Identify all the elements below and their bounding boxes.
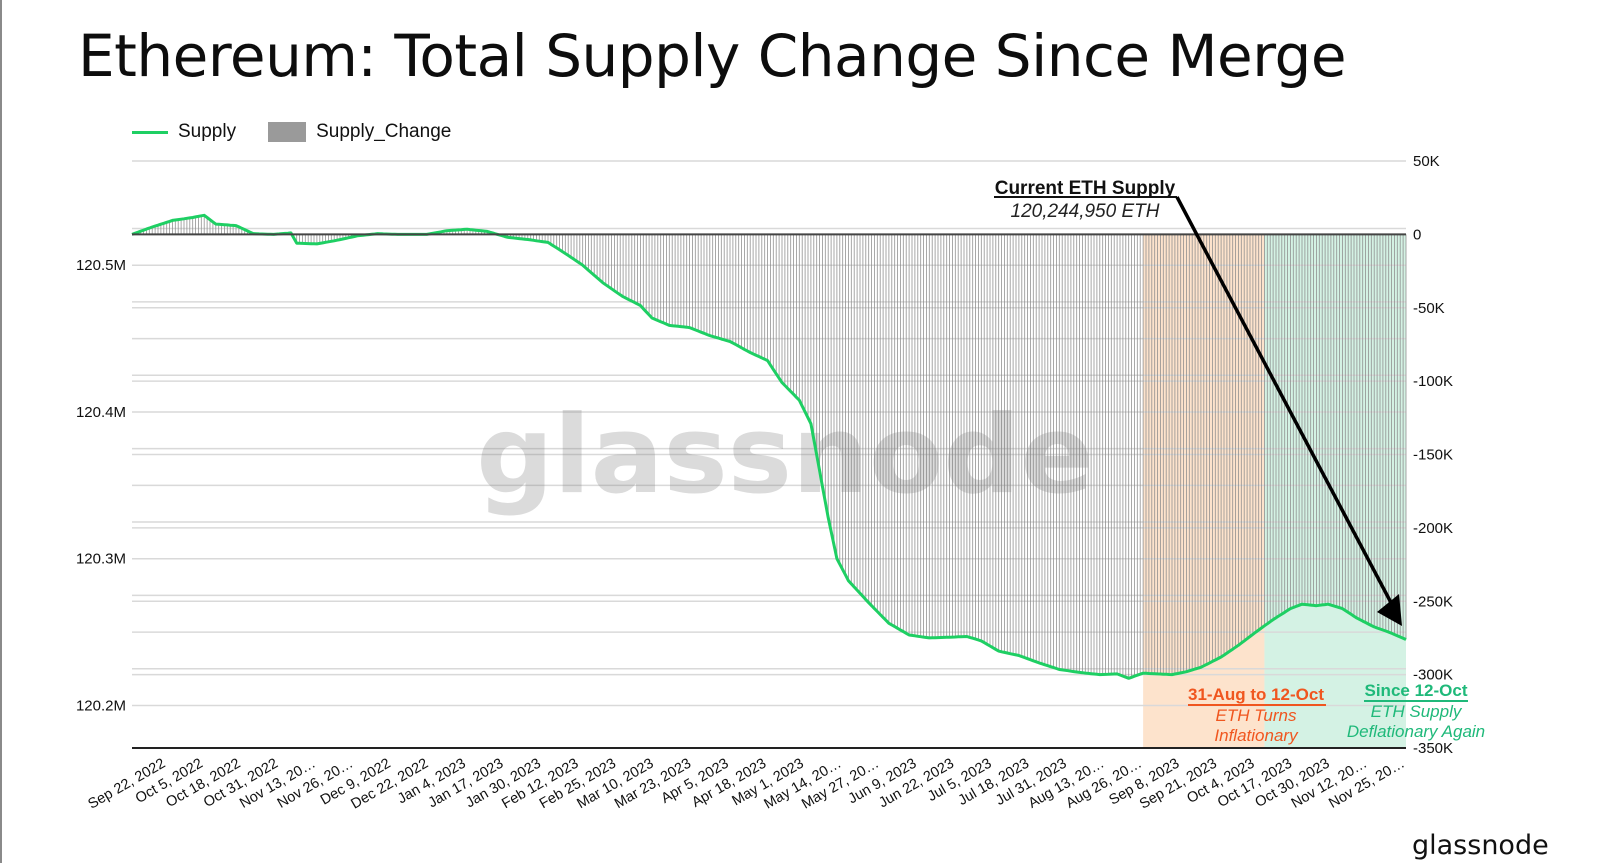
shaded-regions	[1143, 234, 1406, 748]
inflationary-line1: ETH Turns	[1216, 706, 1297, 725]
y-left-tick-label: 120.2M	[76, 697, 126, 714]
deflationary-line2: Deflationary Again	[1347, 722, 1485, 741]
chart-canvas: glassnode 50K 0 -50K -100K -150K -200K -250K -3…	[76, 153, 1485, 813]
y-right-tick-label: -150K	[1413, 447, 1453, 464]
inflationary-title: 31-Aug to 12-Oct	[1188, 685, 1324, 704]
y-right-tick-label: -100K	[1413, 373, 1453, 390]
y-left-tick-label: 120.5M	[76, 257, 126, 274]
current-supply-value: 120,244,950 ETH	[1011, 201, 1160, 222]
inflationary-line2: Inflationary	[1214, 726, 1299, 745]
y-right-tick-label: -200K	[1413, 520, 1453, 537]
y-right-tick-label: -50K	[1413, 300, 1445, 317]
deflationary-title: Since 12-Oct	[1365, 681, 1468, 700]
deflationary-line1: ETH Supply	[1371, 702, 1463, 721]
current-supply-title: Current ETH Supply	[995, 178, 1176, 199]
glassnode-logo: glassnode	[1412, 830, 1549, 861]
y-right-tick-label: 0	[1413, 226, 1421, 243]
shaded-region-deflationary	[1264, 234, 1406, 748]
y-right-tick-label: 50K	[1413, 153, 1440, 170]
y-left-tick-label: 120.3M	[76, 551, 126, 568]
y-right-tick-label: -250K	[1413, 593, 1453, 610]
y-right-tick-label: -350K	[1413, 740, 1453, 757]
watermark: glassnode	[476, 393, 1093, 518]
y-left-tick-label: 120.4M	[76, 404, 126, 421]
